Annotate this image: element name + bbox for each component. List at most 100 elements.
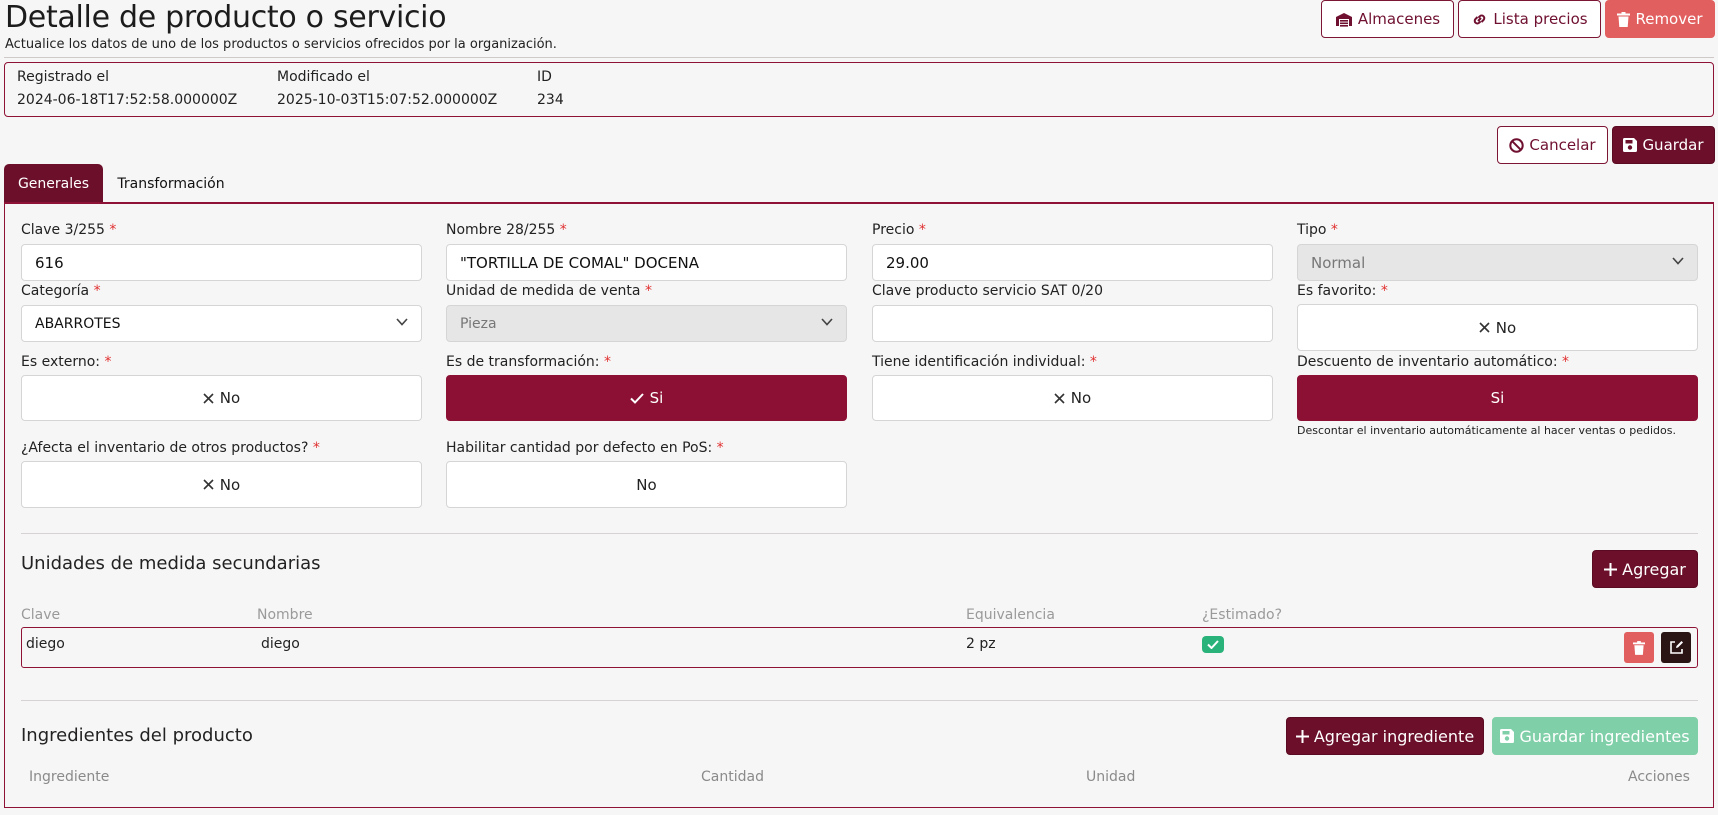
save-icon: [1500, 729, 1515, 743]
save-icon: [1623, 138, 1638, 152]
agregar-label: Agregar: [1622, 559, 1686, 579]
chevron-down-icon: [821, 318, 833, 329]
descuento-inventario-toggle[interactable]: Si: [1297, 375, 1698, 421]
unidad-venta-select[interactable]: Pieza: [446, 305, 847, 342]
almacenes-button[interactable]: Almacenes: [1321, 0, 1454, 38]
descuento-inventario-help: Descontar el inventario automáticamente …: [1297, 424, 1676, 437]
es-externo-toggle[interactable]: No: [21, 375, 422, 421]
remover-label: Remover: [1635, 10, 1703, 28]
nombre-input[interactable]: "TORTILLA DE COMAL" DOCENA: [446, 244, 847, 281]
cantidad-defecto-label: Habilitar cantidad por defecto en PoS: *: [446, 440, 724, 456]
tipo-value: Normal: [1311, 253, 1366, 272]
units-section-title: Unidades de medida secundarias: [21, 553, 321, 574]
edit-icon: [1669, 640, 1684, 655]
lista-precios-label: Lista precios: [1493, 10, 1588, 28]
tab-transformacion[interactable]: Transformación: [108, 164, 234, 203]
clave-sat-input[interactable]: [872, 305, 1273, 342]
chevron-down-icon: [396, 318, 408, 329]
cantidad-defecto-toggle[interactable]: No: [446, 461, 847, 508]
link-icon: [1471, 11, 1488, 28]
registrado-value: 2024-06-18T17:52:58.000000Z: [17, 92, 238, 108]
warehouse-icon: [1335, 12, 1353, 27]
check-icon: [629, 392, 644, 404]
agregar-ingrediente-label: Agregar ingrediente: [1313, 726, 1475, 746]
es-favorito-value: No: [1495, 318, 1517, 337]
ingredients-section-title: Ingredientes del producto: [21, 725, 253, 746]
trash-icon: [1633, 640, 1645, 655]
section-divider: [21, 533, 1698, 534]
guardar-button[interactable]: Guardar: [1612, 126, 1715, 164]
guardar-label: Guardar: [1642, 136, 1704, 154]
agregar-ingrediente-button[interactable]: Agregar ingrediente: [1286, 717, 1484, 755]
chevron-down-icon: [1672, 257, 1684, 268]
modificado-label: Modificado el: [277, 69, 370, 85]
identificacion-individual-value: No: [1070, 389, 1092, 407]
es-externo-label: Es externo: *: [21, 354, 112, 370]
col-unidad: Unidad: [1086, 769, 1136, 785]
col-equivalencia: Equivalencia: [966, 607, 1055, 623]
record-meta-box: [4, 62, 1714, 117]
tipo-label: Tipo *: [1297, 222, 1338, 238]
categoria-select[interactable]: ABARROTES: [21, 305, 422, 342]
identificacion-individual-toggle[interactable]: No: [872, 375, 1273, 421]
cancelar-label: Cancelar: [1529, 136, 1596, 154]
plus-icon: [1604, 562, 1618, 576]
registrado-label: Registrado el: [17, 69, 110, 85]
row-nombre: diego: [261, 636, 300, 652]
categoria-value: ABARROTES: [35, 315, 121, 332]
header-divider: [4, 57, 1714, 58]
tab-generales[interactable]: Generales: [4, 164, 103, 203]
cantidad-defecto-value: No: [636, 475, 657, 494]
delete-row-button[interactable]: [1624, 632, 1654, 663]
col-ingrediente: Ingrediente: [29, 769, 110, 785]
es-favorito-toggle[interactable]: No: [1297, 304, 1698, 351]
section-divider: [21, 700, 1698, 701]
descuento-inventario-label: Descuento de inventario automático: *: [1297, 354, 1569, 370]
edit-row-button[interactable]: [1661, 632, 1691, 663]
remover-button[interactable]: Remover: [1605, 0, 1715, 38]
unidad-venta-label: Unidad de medida de venta *: [446, 283, 652, 299]
estimado-check-icon: [1202, 636, 1224, 653]
guardar-ingredientes-label: Guardar ingredientes: [1519, 726, 1690, 746]
col-acciones: Acciones: [1628, 769, 1690, 785]
col-nombre: Nombre: [257, 607, 313, 623]
es-favorito-label: Es favorito: *: [1297, 283, 1388, 299]
ban-icon: [1509, 137, 1525, 153]
guardar-ingredientes-button[interactable]: Guardar ingredientes: [1492, 717, 1698, 755]
agregar-unidad-button[interactable]: Agregar: [1592, 550, 1698, 588]
nombre-label: Nombre 28/255 *: [446, 222, 567, 238]
close-icon: [1479, 322, 1490, 333]
es-transformacion-label: Es de transformación: *: [446, 354, 611, 370]
afecta-inventario-toggle[interactable]: No: [21, 461, 422, 508]
id-value: 234: [537, 92, 564, 108]
descuento-inventario-value: Si: [1490, 389, 1505, 407]
es-transformacion-toggle[interactable]: Si: [446, 375, 847, 421]
clave-label: Clave 3/255 *: [21, 222, 117, 238]
col-clave: Clave: [21, 607, 61, 623]
trash-icon: [1617, 11, 1631, 27]
tipo-select[interactable]: Normal: [1297, 244, 1698, 281]
row-equivalencia: 2 pz: [966, 636, 996, 652]
almacenes-label: Almacenes: [1357, 10, 1441, 28]
precio-label: Precio *: [872, 222, 926, 238]
close-icon: [203, 479, 214, 490]
clave-sat-label: Clave producto servicio SAT 0/20: [872, 283, 1103, 299]
close-icon: [1054, 392, 1065, 404]
identificacion-individual-label: Tiene identificación individual: *: [872, 354, 1097, 370]
page-title: Detalle de producto o servicio: [5, 0, 447, 35]
page-subtitle: Actualice los datos de uno de los produc…: [5, 37, 557, 52]
afecta-inventario-value: No: [219, 475, 241, 494]
cancelar-button[interactable]: Cancelar: [1497, 126, 1608, 164]
es-transformacion-value: Si: [649, 389, 664, 407]
lista-precios-button[interactable]: Lista precios: [1458, 0, 1601, 38]
modificado-value: 2025-10-03T15:07:52.000000Z: [277, 92, 498, 108]
categoria-label: Categoría *: [21, 283, 101, 299]
close-icon: [203, 392, 214, 404]
clave-input[interactable]: 616: [21, 244, 422, 281]
row-clave: diego: [26, 636, 65, 652]
es-externo-value: No: [219, 389, 241, 407]
col-estimado: ¿Estimado?: [1202, 607, 1283, 623]
plus-icon: [1295, 729, 1309, 743]
precio-input[interactable]: 29.00: [872, 244, 1273, 281]
unidad-venta-value: Pieza: [460, 315, 497, 332]
